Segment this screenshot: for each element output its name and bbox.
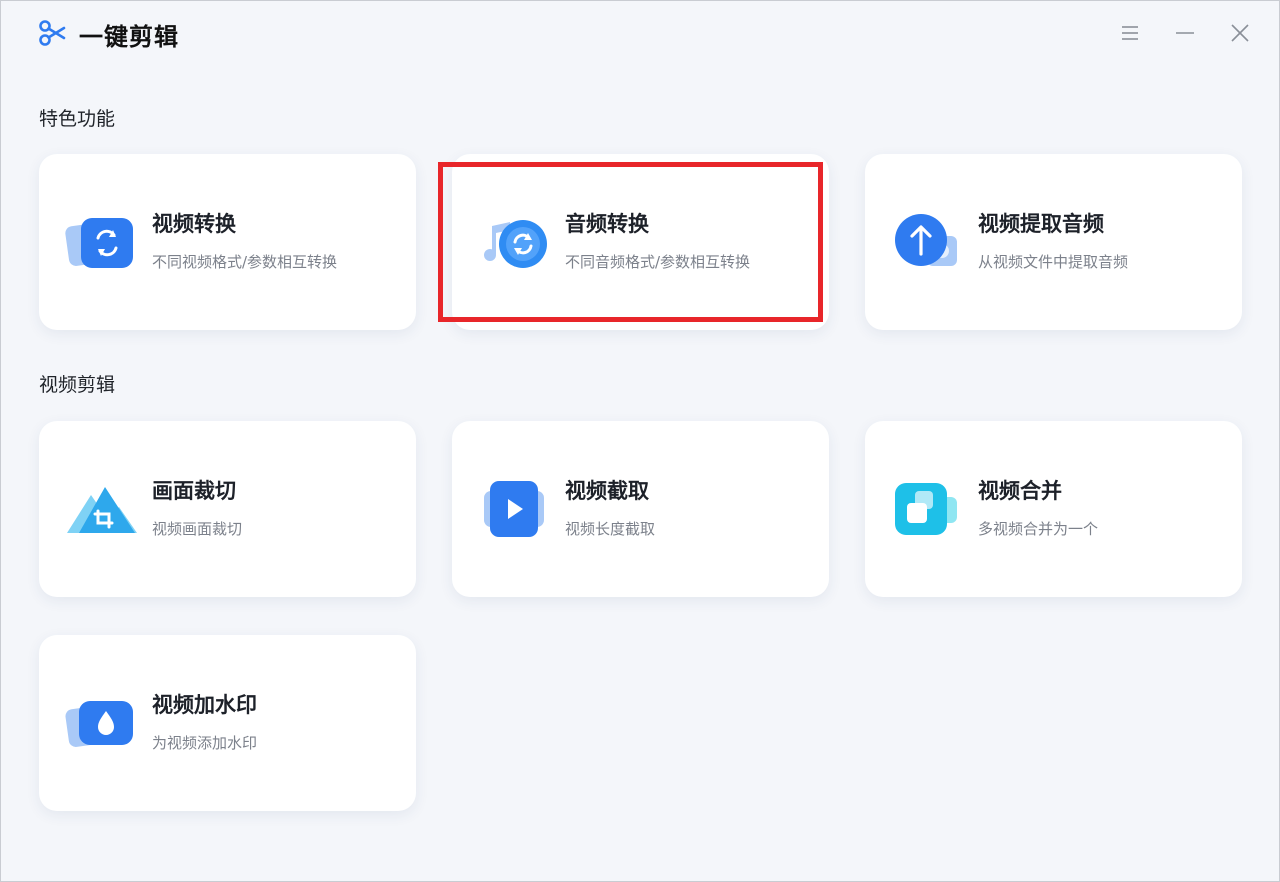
card-description: 多视频合并为一个 <box>978 520 1099 538</box>
app-title: 一键剪辑 <box>79 23 179 51</box>
card-description: 视频画面裁切 <box>152 520 243 538</box>
card-label: 画面裁切 <box>152 479 236 503</box>
card-label: 视频加水印 <box>152 693 257 717</box>
card-description: 视频长度截取 <box>565 520 656 538</box>
card-label: 视频提取音频 <box>978 212 1104 236</box>
video-trim-icon <box>478 477 550 541</box>
extract-audio-icon <box>891 210 963 274</box>
card-description: 不同音频格式/参数相互转换 <box>565 253 751 271</box>
crop-icon <box>65 477 137 541</box>
video-convert-card[interactable]: 视频转换 不同视频格式/参数相互转换 <box>39 154 416 330</box>
extract-audio-card[interactable]: 视频提取音频 从视频文件中提取音频 <box>865 154 1242 330</box>
scissors-icon <box>38 19 66 47</box>
watermark-icon <box>65 691 137 755</box>
minimize-icon <box>1176 32 1194 34</box>
card-description: 不同视频格式/参数相互转换 <box>152 253 338 271</box>
card-label: 音频转换 <box>565 212 649 236</box>
audio-convert-card[interactable]: 音频转换 不同音频格式/参数相互转换 <box>452 154 829 330</box>
video-merge-card[interactable]: 视频合并 多视频合并为一个 <box>865 421 1242 597</box>
minimize-button[interactable] <box>1173 21 1197 45</box>
section-title-video-edit: 视频剪辑 <box>39 374 116 396</box>
video-trim-card[interactable]: 视频截取 视频长度截取 <box>452 421 829 597</box>
card-description: 从视频文件中提取音频 <box>978 253 1129 271</box>
title-bar: 一键剪辑 <box>1 1 1279 67</box>
card-label: 视频合并 <box>978 479 1062 503</box>
card-description: 为视频添加水印 <box>152 734 258 752</box>
card-label: 视频转换 <box>152 212 236 236</box>
menu-button[interactable] <box>1118 21 1142 45</box>
crop-card[interactable]: 画面裁切 视频画面裁切 <box>39 421 416 597</box>
audio-convert-icon <box>478 210 550 274</box>
video-convert-icon <box>65 210 137 274</box>
close-icon <box>1231 24 1249 42</box>
section-title-featured: 特色功能 <box>39 108 116 130</box>
menu-icon <box>1122 26 1138 40</box>
video-merge-icon <box>891 477 963 541</box>
watermark-card[interactable]: 视频加水印 为视频添加水印 <box>39 635 416 811</box>
close-button[interactable] <box>1228 21 1252 45</box>
card-label: 视频截取 <box>565 479 649 503</box>
